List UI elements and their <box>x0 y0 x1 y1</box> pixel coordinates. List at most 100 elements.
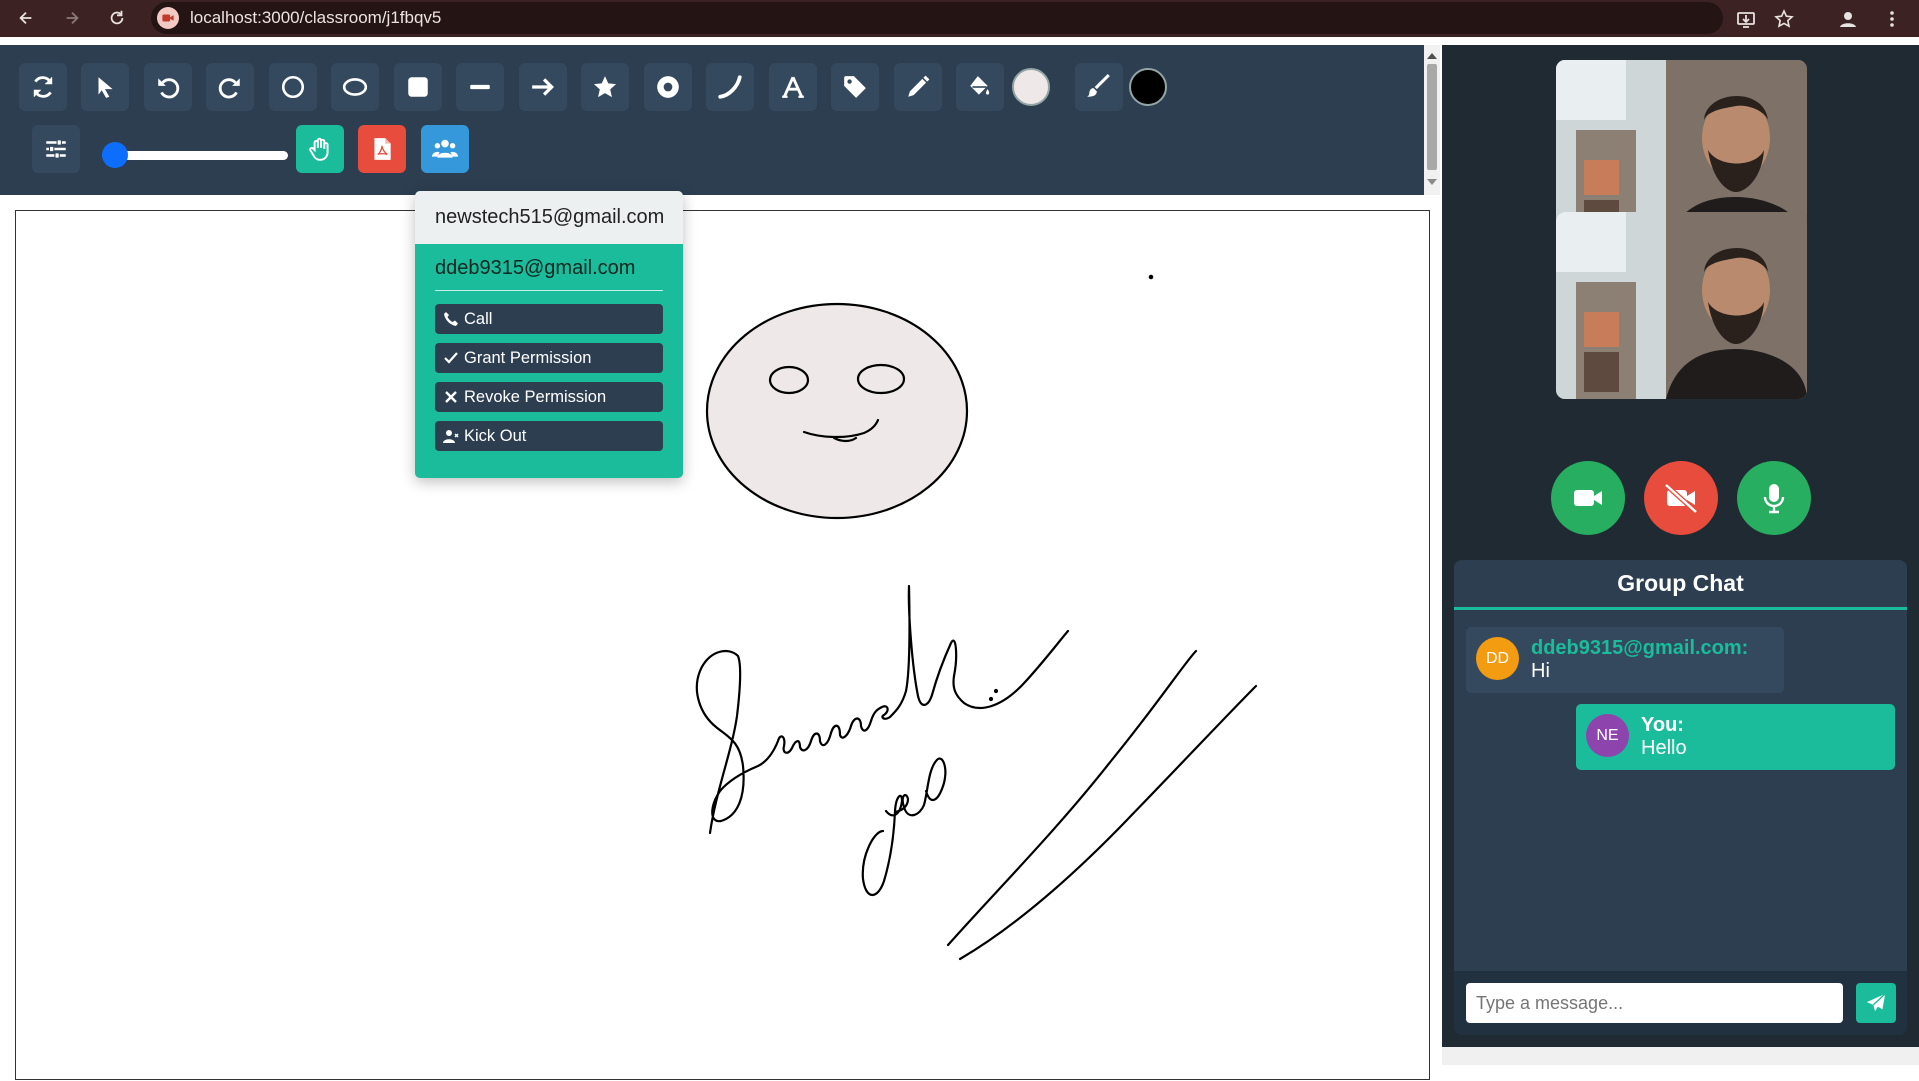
drawn-dot <box>1148 274 1154 280</box>
select-tool-button[interactable] <box>81 63 129 111</box>
ellipse-icon <box>342 78 368 96</box>
participant-item: ddeb9315@gmail.com Call Grant Permission… <box>415 244 683 451</box>
stroke-width-slider-track[interactable] <box>102 151 288 160</box>
user-remove-icon <box>441 428 461 444</box>
drawn-dot <box>988 696 994 702</box>
address-bar[interactable]: localhost:3000/classroom/j1fbqv5 <box>151 2 1723 34</box>
forward-arrow-icon[interactable] <box>56 2 88 34</box>
microphone-button[interactable] <box>1737 461 1811 535</box>
fill-color-swatch[interactable] <box>1012 68 1050 106</box>
rectangle-tool-button[interactable] <box>394 63 442 111</box>
text-a-icon <box>782 76 804 98</box>
circle-tool-button[interactable] <box>269 63 317 111</box>
page-scrollbar[interactable] <box>1424 45 1440 195</box>
point-tool-button[interactable] <box>644 63 692 111</box>
url-text: localhost:3000/classroom/j1fbqv5 <box>190 8 442 27</box>
curve-tool-button[interactable] <box>706 63 754 111</box>
call-button[interactable]: Call <box>435 304 663 334</box>
arrow-tool-button[interactable] <box>519 63 567 111</box>
refresh-tool-button[interactable] <box>19 63 67 111</box>
reload-icon[interactable] <box>101 2 133 34</box>
pdf-button[interactable] <box>358 125 406 173</box>
chat-message-incoming: DD ddeb9315@gmail.com: Hi <box>1466 627 1784 693</box>
sliders-icon <box>46 139 66 159</box>
drawn-long-stroke <box>958 684 1258 961</box>
right-panel: Group Chat DD ddeb9315@gmail.com: Hi NE … <box>1442 45 1919 1047</box>
curve-icon <box>718 75 742 99</box>
refresh-icon <box>33 76 53 98</box>
redo-button[interactable] <box>206 63 254 111</box>
circle-icon <box>281 75 305 99</box>
pdf-file-icon <box>374 138 391 160</box>
video-off-icon <box>1664 483 1698 514</box>
microphone-icon <box>1763 484 1785 514</box>
send-button[interactable] <box>1856 983 1896 1023</box>
brush-tool-button[interactable] <box>1075 63 1123 111</box>
redo-icon <box>218 78 240 99</box>
star-icon <box>593 76 617 98</box>
tag-tool-button[interactable] <box>831 63 879 111</box>
avatar: NE <box>1586 714 1629 757</box>
undo-icon <box>158 78 180 99</box>
ellipse-tool-button[interactable] <box>331 63 379 111</box>
drawn-face-circle <box>705 302 969 520</box>
kick-out-button[interactable]: Kick Out <box>435 421 663 451</box>
fill-tool-button[interactable] <box>956 63 1004 111</box>
whiteboard-canvas[interactable] <box>15 210 1430 1080</box>
hand-raise-icon <box>309 137 329 161</box>
call-label: Call <box>464 309 493 328</box>
drawn-long-stroke <box>946 649 1198 947</box>
settings-button[interactable] <box>32 125 80 173</box>
chat-input-row <box>1454 971 1907 1035</box>
scroll-up-arrow[interactable] <box>1427 53 1437 59</box>
phone-icon <box>441 311 461 327</box>
chat-title: Group Chat <box>1454 560 1907 610</box>
bookmark-star-icon[interactable] <box>1768 3 1800 35</box>
pencil-tool-button[interactable] <box>894 63 942 111</box>
site-video-icon <box>157 7 179 29</box>
message-text: Hi <box>1531 660 1550 682</box>
line-icon <box>470 84 490 90</box>
camera-button[interactable] <box>1551 461 1625 535</box>
install-app-icon[interactable] <box>1730 3 1762 35</box>
radio-dot-icon <box>657 76 679 98</box>
browser-chrome: localhost:3000/classroom/j1fbqv5 <box>0 0 1919 37</box>
participants-button[interactable] <box>421 125 469 173</box>
grant-permission-label: Grant Permission <box>464 348 592 367</box>
rectangle-icon <box>408 77 428 97</box>
stop-camera-button[interactable] <box>1644 461 1718 535</box>
canvas-drawing <box>695 274 1258 961</box>
brush-icon <box>1087 74 1110 97</box>
undo-button[interactable] <box>144 63 192 111</box>
local-video <box>1556 212 1807 399</box>
revoke-permission-label: Revoke Permission <box>464 387 607 406</box>
message-text: Hello <box>1641 737 1687 759</box>
scrollbar-thumb[interactable] <box>1427 64 1437 170</box>
drawn-dot <box>993 688 999 694</box>
stroke-color-swatch[interactable] <box>1129 68 1167 106</box>
own-participant-email: newstech515@gmail.com <box>415 191 683 244</box>
back-arrow-icon[interactable] <box>10 2 42 34</box>
whiteboard-toolbar <box>0 45 1424 195</box>
participants-dropdown: newstech515@gmail.com ddeb9315@gmail.com… <box>415 191 683 478</box>
text-tool-button[interactable] <box>769 63 817 111</box>
avatar: DD <box>1476 637 1519 680</box>
raise-hand-button[interactable] <box>296 125 344 173</box>
grant-permission-button[interactable]: Grant Permission <box>435 343 663 373</box>
drawn-signature-first-name <box>695 584 1070 835</box>
pencil-icon <box>908 75 930 97</box>
close-x-icon <box>441 389 461 405</box>
kebab-menu-icon[interactable] <box>1876 3 1908 35</box>
scroll-down-arrow[interactable] <box>1427 179 1437 185</box>
users-icon <box>432 139 458 158</box>
arrow-icon <box>532 78 554 96</box>
chat-message-input[interactable] <box>1466 983 1843 1023</box>
line-tool-button[interactable] <box>456 63 504 111</box>
drawn-signature-last-name <box>861 757 947 897</box>
profile-icon[interactable] <box>1832 3 1864 35</box>
paper-plane-icon <box>1866 993 1886 1012</box>
revoke-permission-button[interactable]: Revoke Permission <box>435 382 663 412</box>
star-tool-button[interactable] <box>581 63 629 111</box>
stroke-width-slider-thumb[interactable] <box>102 142 128 168</box>
message-sender: You: <box>1641 714 1684 736</box>
